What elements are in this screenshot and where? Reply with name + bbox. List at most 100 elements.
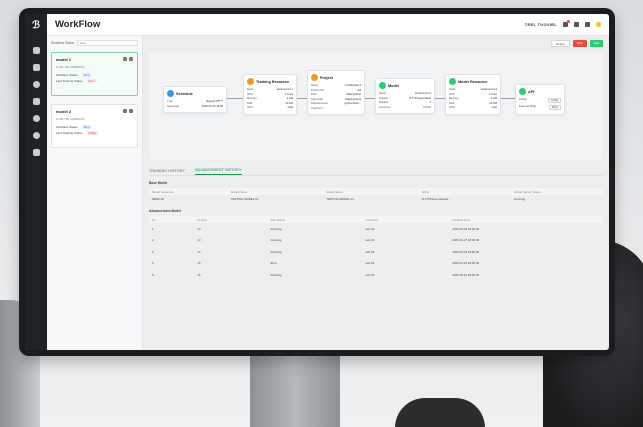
node-key: Date Path — [311, 97, 323, 101]
model-card-header: model 2 — [56, 109, 133, 114]
table-row[interactable]: 5 v6 Running test 05 2025-02-10 18:00:00 — [149, 269, 603, 281]
topbar-right: TEEL TUOVIEL — [525, 20, 601, 27]
model-card-actions — [123, 109, 133, 114]
notification-icon[interactable] — [563, 20, 570, 27]
logo-icon: ℬ — [32, 20, 40, 31]
table-row[interactable]: 1 v3 Running test 01 2025-01-03 18:00:00 — [149, 223, 603, 235]
node-value: workerpoint-4 — [480, 88, 497, 91]
node-key: Requirements — [311, 102, 328, 105]
node-value: 4 GB — [286, 97, 293, 100]
api-icon — [519, 88, 526, 95]
config-button[interactable]: Config — [547, 98, 561, 103]
table-row[interactable]: 3 v4 Running test 03 2025-01-19 18:00:00 — [149, 246, 603, 258]
node-title: Model — [388, 83, 399, 88]
table-cell: test 02 — [362, 234, 450, 247]
node-key: Example Body — [519, 104, 537, 108]
delete-icon[interactable] — [129, 57, 133, 61]
stop-button[interactable]: Stop — [572, 40, 587, 47]
node-row: GPU GA0 — [449, 106, 497, 109]
node-key: Creator — [379, 96, 388, 100]
body-button[interactable]: Body — [549, 104, 561, 110]
model-node[interactable]: Model Name workerpoint-3 Creator R.1797/se… — [375, 78, 435, 114]
table-row[interactable]: SERV-48 TESTING MODEL 01 TESTING MODEL 0… — [149, 195, 603, 204]
column-header: Updated Time — [449, 216, 603, 223]
edit-icon[interactable] — [123, 109, 127, 113]
node-header: API — [519, 88, 561, 95]
node-row: Disk 20 GB — [449, 102, 497, 105]
node-row: Node workerpoint-1 — [247, 88, 293, 91]
node-key: Memory — [449, 97, 459, 100]
schedule-node[interactable]: Schedule Type Repeat 0/5**? Start Date 202… — [163, 86, 227, 113]
table-cell: 2 — [149, 234, 195, 247]
home-icon[interactable] — [32, 47, 40, 54]
node-row: Date Path/data/python3 — [311, 98, 361, 101]
node-row: Disk 20 GB — [247, 102, 293, 105]
node-key: Name — [379, 92, 387, 95]
node-row: Replica 1 — [379, 101, 431, 104]
list-icon[interactable] — [32, 98, 40, 105]
node-row: Memory 4 GB — [247, 97, 293, 100]
model-card-actions — [123, 57, 133, 62]
user-icon[interactable] — [574, 22, 579, 27]
users-icon[interactable] — [32, 149, 40, 156]
node-key: Memory — [247, 97, 257, 100]
column-header: Model Name — [323, 188, 419, 195]
node-title: Project — [320, 75, 333, 80]
status-cell: Running — [267, 246, 363, 258]
avatar[interactable] — [596, 22, 601, 27]
table-header-row: Model Sequence Model Name Model Name Wri… — [149, 188, 603, 195]
delete-icon[interactable] — [129, 109, 133, 113]
node-key: Node — [449, 88, 456, 91]
status-badge: Finish — [86, 131, 98, 135]
monitor: ℬ WorkFlow TEEL TUOVIEL Workflow Status … — [19, 8, 615, 356]
node-key: Replica — [379, 101, 388, 104]
table-row[interactable]: 2 v3 Running test 02 2025-01-27 18:00:00 — [149, 234, 603, 247]
resource-icon — [247, 78, 254, 85]
status-filter-select[interactable]: Stop — [76, 40, 138, 46]
model-link[interactable]: TESTING MODEL 01 — [227, 195, 324, 204]
edit-icon[interactable] — [123, 57, 127, 61]
api-node[interactable]: API Config Config Example Body Body — [515, 84, 565, 115]
table-row[interactable]: 4 v6 Error test 04 2025-01-15 18:00:00 — [149, 257, 603, 270]
node-key: Python Ver. — [311, 88, 325, 92]
project-node[interactable]: Project Name mnistEcode-3 Python Ver. 3.8 … — [307, 70, 365, 115]
flow-connector — [365, 98, 375, 99]
history-tabs: TRAINING HISTORY ADVANCEMENT HISTORY — [149, 164, 603, 176]
node-key: Start Date — [167, 104, 180, 108]
project-icon — [311, 74, 318, 81]
model-card[interactable]: model 1 2 GB / 6E 4 RMEXI% Workflow Stat… — [51, 52, 138, 96]
help-icon[interactable] — [585, 22, 590, 27]
table-cell: 2025-01-19 18:00:00 — [449, 246, 603, 258]
table-cell: SERV-48 — [149, 195, 228, 204]
table-cell: test 01 — [362, 223, 450, 235]
node-key: GPU — [449, 92, 455, 96]
node-row: Example Body Body — [519, 104, 561, 110]
node-value: mnistEcode-3 — [344, 84, 361, 87]
node-row: GPU 2 Core — [449, 93, 497, 96]
column-header: Run Status — [267, 216, 363, 223]
node-row: GPU GA0 — [247, 106, 293, 109]
bell-icon[interactable] — [32, 132, 40, 139]
share-icon[interactable] — [32, 115, 40, 122]
node-row: Argument — [311, 107, 361, 110]
model-card[interactable]: model 2 2 GB / 6E 4 RMEXI% Workflow Stat… — [51, 104, 138, 148]
topbar: WorkFlow TEEL TUOVIEL — [47, 14, 609, 36]
base-model-table: Model Sequence Model Name Model Name Wri… — [149, 188, 603, 204]
model-resource-node[interactable]: Model Resource Node workerpoint-4 GPU 2 Co… — [445, 74, 501, 115]
node-row: Path/data/python — [311, 93, 361, 96]
node-title: Training Resource — [256, 79, 290, 84]
delete-button[interactable]: Delete — [550, 40, 570, 47]
training-resource-node[interactable]: Training Resource Node workerpoint-1 GPU 2… — [243, 74, 297, 115]
node-value: 3.8 — [357, 88, 361, 92]
tab-training-history[interactable]: TRAINING HISTORY — [149, 169, 185, 175]
settings-icon[interactable] — [32, 81, 40, 88]
model-list-panel: Workflow Status Stop model 1 2 GB / 6E 4… — [47, 36, 143, 350]
node-row: Memory 4 GB — [449, 97, 497, 100]
flow-connector — [435, 98, 445, 99]
monitor-icon[interactable] — [32, 64, 40, 71]
edit-button[interactable]: Edit — [589, 40, 603, 47]
node-row: Start Date 2025-01-03 18:00 — [167, 105, 223, 108]
node-row: Comment CCCC — [379, 106, 431, 109]
tab-advancement-history[interactable]: ADVANCEMENT HISTORY — [194, 168, 242, 175]
user-name[interactable]: TEEL TUOVIEL — [525, 22, 557, 27]
